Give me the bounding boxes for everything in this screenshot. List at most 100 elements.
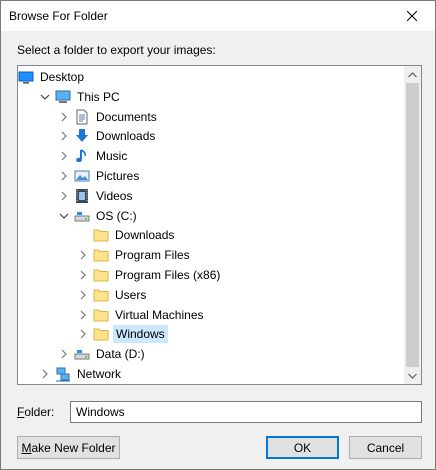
- cancel-button[interactable]: Cancel: [349, 436, 422, 459]
- tree-node[interactable]: Downloads: [18, 225, 404, 245]
- tree-node[interactable]: Music: [18, 146, 404, 166]
- tree-node[interactable]: Videos: [18, 186, 404, 206]
- tree-node[interactable]: Windows: [18, 324, 404, 344]
- tree-node[interactable]: Desktop: [18, 67, 404, 87]
- chevron-right-icon: [60, 191, 68, 201]
- ok-label: OK: [293, 440, 312, 455]
- tree-expand-toggle[interactable]: [77, 309, 89, 321]
- chevron-right-icon: [79, 290, 87, 300]
- scroll-up-button[interactable]: [404, 66, 421, 83]
- tree-node-label: Users: [115, 287, 147, 302]
- chevron-right-icon: [79, 250, 87, 260]
- tree-expand-toggle[interactable]: [58, 111, 70, 123]
- folder-field-row: Folder: Windows: [17, 401, 422, 423]
- tree-node[interactable]: Pictures: [18, 166, 404, 186]
- ok-button[interactable]: OK: [266, 436, 339, 459]
- close-icon: [407, 11, 417, 21]
- chevron-right-icon: [60, 131, 68, 141]
- tree-node-label: Virtual Machines: [115, 307, 204, 322]
- vertical-scrollbar[interactable]: [404, 66, 421, 384]
- chevron-right-icon: [41, 369, 49, 379]
- tree-node[interactable]: Virtual Machines: [18, 305, 404, 325]
- tree-node-label: Downloads: [115, 228, 175, 243]
- tree-node[interactable]: This PC: [18, 87, 404, 107]
- chevron-right-icon: [60, 151, 68, 161]
- tree-node-label: Windows: [113, 325, 168, 344]
- drive-icon: [74, 346, 90, 362]
- scroll-thumb[interactable]: [406, 83, 419, 367]
- folder-input[interactable]: Windows: [70, 401, 422, 423]
- chevron-right-icon: [60, 171, 68, 181]
- tree-expand-toggle[interactable]: [39, 368, 51, 380]
- tree-node[interactable]: Downloads: [18, 126, 404, 146]
- tree-node[interactable]: Program Files: [18, 245, 404, 265]
- chevron-down-icon: [40, 93, 50, 101]
- chevron-right-icon: [60, 112, 68, 122]
- tree-node-label: Pictures: [96, 168, 140, 183]
- chevron-down-icon: [59, 212, 69, 220]
- folder-label: Folder:: [17, 405, 54, 419]
- folder-icon: [93, 227, 109, 243]
- tree-node-label: OS (C:): [96, 208, 137, 223]
- folder-label-text: Folder:: [17, 405, 55, 419]
- tree-node-label: Music: [96, 149, 128, 164]
- network-icon: [55, 366, 71, 382]
- desktop-icon: [18, 69, 34, 85]
- tree-node[interactable]: Users: [18, 285, 404, 305]
- tree-node-label: Network: [77, 366, 122, 381]
- chevron-right-icon: [79, 329, 87, 339]
- folder-tree[interactable]: Desktop This PC Documents Downloads Music Pic…: [17, 65, 422, 385]
- tree-node-label: This PC: [77, 89, 120, 104]
- tree-expand-toggle[interactable]: [58, 170, 70, 182]
- chevron-right-icon: [79, 310, 87, 320]
- drive-icon: [74, 208, 90, 224]
- downloads-icon: [74, 128, 90, 144]
- folder-icon: [93, 287, 109, 303]
- tree-node-label: Downloads: [96, 129, 156, 144]
- folder-icon: [93, 307, 109, 323]
- folder-icon: [93, 247, 109, 263]
- tree-node-label: Desktop: [40, 70, 85, 84]
- chevron-right-icon: [79, 270, 87, 280]
- tree-expand-toggle[interactable]: [77, 289, 89, 301]
- tree-expand-toggle[interactable]: [58, 130, 70, 142]
- tree-node-label: Data (D:): [96, 347, 145, 362]
- close-button[interactable]: [389, 1, 435, 31]
- tree-node[interactable]: Network: [18, 364, 404, 384]
- folder-icon: [93, 267, 109, 283]
- tree-node-label: Program Files (x86): [115, 267, 221, 282]
- scroll-down-button[interactable]: [404, 367, 421, 384]
- tree-node[interactable]: Documents: [18, 107, 404, 127]
- tree-collapse-toggle[interactable]: [58, 210, 70, 222]
- make-new-folder-label: Make New Folder: [21, 440, 116, 455]
- videos-icon: [74, 188, 90, 204]
- pictures-icon: [74, 168, 90, 184]
- tree-node[interactable]: OS (C:): [18, 206, 404, 226]
- tree-node-label: Videos: [96, 188, 133, 203]
- tree-expand-toggle[interactable]: [58, 348, 70, 360]
- computer-icon: [55, 89, 71, 105]
- tree-expand-toggle[interactable]: [58, 190, 70, 202]
- tree-expand-toggle[interactable]: [58, 150, 70, 162]
- cancel-label: Cancel: [366, 440, 405, 455]
- tree-items: Desktop This PC Documents Downloads Music Pic…: [18, 67, 404, 384]
- tree-expand-toggle[interactable]: [77, 328, 89, 340]
- music-icon: [74, 148, 90, 164]
- tree-node-label: Documents: [96, 109, 157, 124]
- chevron-right-icon: [60, 349, 68, 359]
- make-new-folder-button[interactable]: Make New Folder: [17, 436, 120, 459]
- tree-collapse-toggle[interactable]: [39, 91, 51, 103]
- tree-node[interactable]: Data (D:): [18, 344, 404, 364]
- browse-for-folder-dialog: Browse For Folder Select a folder to exp…: [0, 0, 436, 470]
- folder-icon: [93, 326, 109, 342]
- documents-icon: [74, 109, 90, 125]
- tree-node[interactable]: Program Files (x86): [18, 265, 404, 285]
- title-bar[interactable]: Browse For Folder: [1, 1, 435, 31]
- tree-expand-toggle[interactable]: [77, 269, 89, 281]
- chevron-down-icon: [408, 373, 417, 379]
- mnemonic-char: F: [17, 405, 25, 419]
- tree-node-label: Program Files: [115, 248, 190, 263]
- tree-expand-toggle[interactable]: [77, 249, 89, 261]
- window-title: Browse For Folder: [9, 9, 108, 23]
- mnemonic-char: M: [21, 440, 32, 455]
